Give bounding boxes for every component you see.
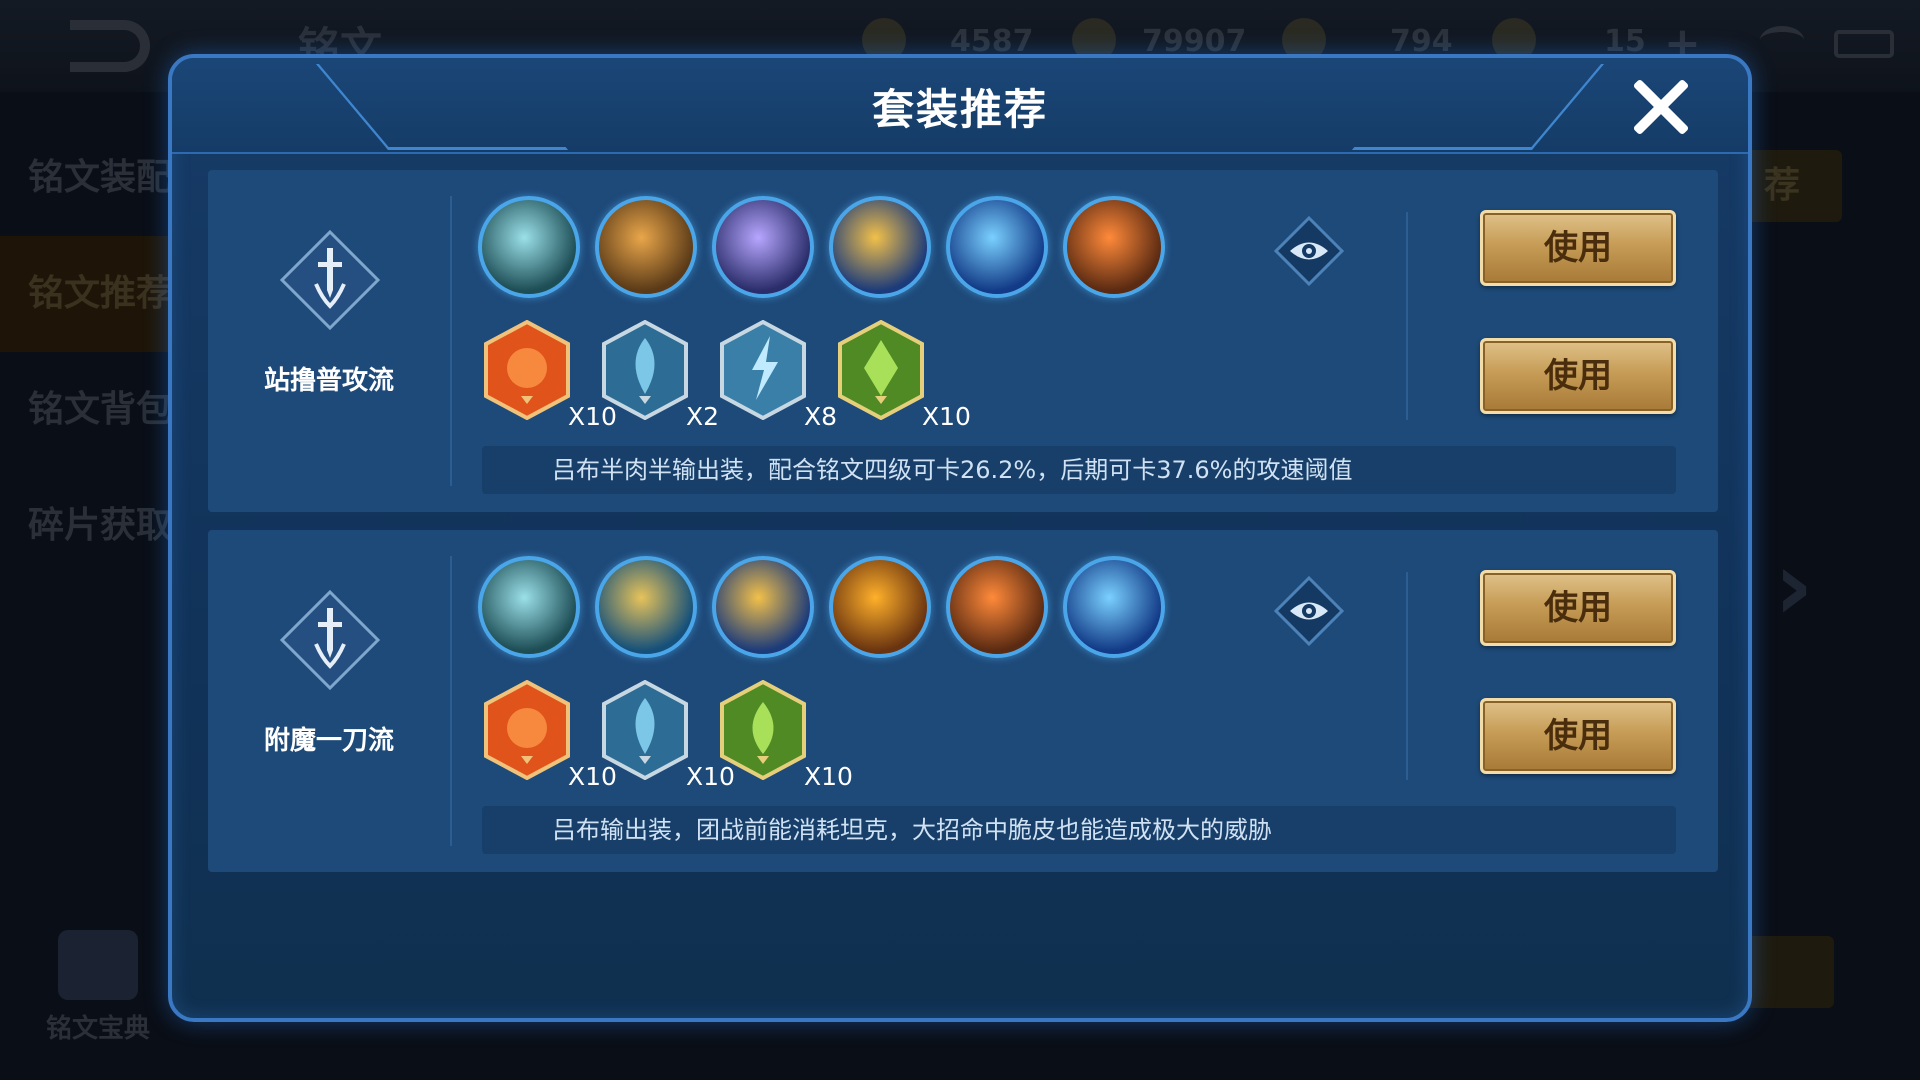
- set-card: 附魔一刀流 X10 X10 X10 使用 使用 吕布输出装，团战前能消耗坦克，大…: [208, 530, 1718, 872]
- blade-icon[interactable]: [1063, 556, 1165, 658]
- set-description: 吕布半肉半输出装，配合铭文四级可卡26.2%，后期可卡37.6%的攻速阈值: [482, 446, 1676, 494]
- book-label: 铭文宝典: [46, 1014, 151, 1044]
- rune-count: X10: [804, 762, 853, 791]
- sidebar-item-fragments[interactable]: 碎片获取: [0, 468, 172, 584]
- back-icon[interactable]: [70, 20, 150, 72]
- divider: [1406, 572, 1408, 780]
- use-equipment-button[interactable]: 使用: [1480, 210, 1676, 286]
- sidebar-item-recommend[interactable]: 铭文推荐: [0, 236, 172, 352]
- green-rune-icon[interactable]: [836, 320, 926, 420]
- sword-emblem-icon: [279, 589, 381, 691]
- fang-blade-icon[interactable]: [946, 556, 1048, 658]
- cloak-icon[interactable]: [712, 196, 814, 298]
- eye-icon[interactable]: [1274, 216, 1344, 286]
- divider: [1406, 212, 1408, 420]
- armor-icon[interactable]: [595, 196, 697, 298]
- rune-count: X2: [686, 402, 720, 431]
- set-card: 站撸普攻流 X10 X2 X8 X10 使用 使用 吕布半肉半输出装，配合铭文四…: [208, 170, 1718, 512]
- set-description: 吕布输出装，团战前能消耗坦克，大招命中脆皮也能造成极大的威胁: [482, 806, 1676, 854]
- sidebar-item-backpack[interactable]: 铭文背包: [0, 352, 172, 468]
- use-runes-button[interactable]: 使用: [1480, 338, 1676, 414]
- use-runes-button[interactable]: 使用: [1480, 698, 1676, 774]
- blade-icon[interactable]: [946, 196, 1048, 298]
- red-rune-icon[interactable]: [482, 680, 572, 780]
- trident-icon[interactable]: [829, 196, 931, 298]
- eye-icon[interactable]: [1274, 576, 1344, 646]
- fang-blade-icon[interactable]: [1063, 196, 1165, 298]
- use-equipment-button[interactable]: 使用: [1480, 570, 1676, 646]
- rune-count: X8: [804, 402, 838, 431]
- blue-rune-icon[interactable]: [600, 320, 690, 420]
- battery-icon: [1834, 30, 1894, 58]
- dialog-header: 套装推荐: [172, 58, 1748, 154]
- background-button[interactable]: [1742, 936, 1834, 1008]
- close-icon[interactable]: [1628, 74, 1692, 138]
- set-name: 附魔一刀流: [263, 726, 394, 756]
- rune-count: X10: [922, 402, 971, 431]
- divider: [450, 196, 452, 486]
- recommend-button[interactable]: 荐: [1742, 150, 1842, 222]
- boots-icon[interactable]: [478, 196, 580, 298]
- shield-icon[interactable]: [595, 556, 697, 658]
- blue-rune-icon[interactable]: [600, 680, 690, 780]
- book-icon[interactable]: [58, 930, 138, 1000]
- set-name: 站撸普攻流: [263, 366, 394, 396]
- dialog-title: 套装推荐: [871, 85, 1048, 134]
- trident-icon[interactable]: [712, 556, 814, 658]
- fire-bow-icon[interactable]: [829, 556, 931, 658]
- blue-lightning-rune-icon[interactable]: [718, 320, 808, 420]
- sword-emblem-icon: [279, 229, 381, 331]
- boots-icon[interactable]: [478, 556, 580, 658]
- set-recommend-dialog: 套装推荐 站撸普攻流 X10 X2 X8 X10 使用 使用 吕布半肉半输出装，…: [168, 54, 1752, 1022]
- wifi-icon: [1760, 26, 1804, 54]
- sidebar-item-equip[interactable]: 铭文装配: [0, 120, 172, 236]
- red-rune-icon[interactable]: [482, 320, 572, 420]
- divider: [450, 556, 452, 846]
- chevron-right-icon[interactable]: ›: [1774, 530, 1814, 642]
- green-rune-icon[interactable]: [718, 680, 808, 780]
